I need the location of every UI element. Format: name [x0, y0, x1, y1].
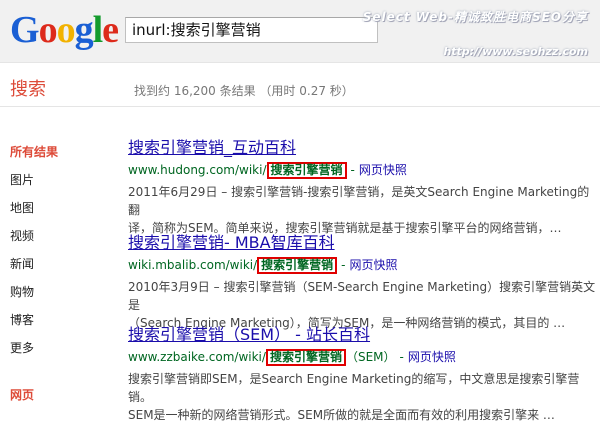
result-url: www.hudong.com/wiki/	[128, 163, 267, 177]
result-url: wiki.mbalib.com/wiki/	[128, 258, 258, 272]
result-separator: -	[341, 258, 346, 272]
search-result-1: 搜索引擎营销_互动百科 www.hudong.com/wiki/搜索引擎营销 - 网…	[128, 138, 598, 237]
cache-link[interactable]: 网页快照	[359, 163, 407, 177]
cache-link[interactable]: 网页快照	[408, 350, 456, 364]
nav-videos[interactable]: 视频	[10, 227, 34, 244]
result-url-highlight: 搜索引擎营销	[257, 257, 338, 274]
result-url: www.zzbaike.com/wiki/	[128, 350, 266, 364]
result-stats: 找到约 16,200 条结果 （用时 0.27 秒）	[134, 84, 354, 98]
nav-more[interactable]: 更多	[10, 339, 34, 356]
logo-letter-e: e	[102, 9, 119, 51]
snippet-line-1: 2010年3月9日 – 搜索引擎营销（SEM-Search Engine Mar…	[128, 280, 596, 312]
logo-letter-o1: o	[38, 9, 58, 51]
watermark: Select Web-精诚致胜电商SEO分享 http://www.seohzz…	[363, 8, 588, 58]
result-url-highlight: 搜索引擎营销	[266, 162, 347, 179]
result-separator: -	[399, 350, 404, 364]
watermark-line2: http://www.seohzz.com	[443, 45, 588, 58]
top-header: Google inurl:搜索引擎营销 Select Web-精诚致胜电商SEO…	[0, 0, 600, 63]
result-title-link[interactable]: 搜索引擎营销（SEM） - 站长百科	[128, 325, 598, 345]
google-logo[interactable]: Google	[10, 8, 119, 52]
watermark-line1: Select Web-精诚致胜电商SEO分享	[362, 10, 588, 24]
search-result-2: 搜索引擎营销- MBA智库百科 wiki.mbalib.com/wiki/搜索引…	[128, 233, 598, 332]
result-snippet: 2011年6月29日 – 搜索引擎营销-搜索引擎营销，是英文Search Eng…	[128, 183, 598, 237]
snippet-line-2: SEM是一种新的网络营销形式。SEM所做的就是全面而有效的利用搜索引擎来 …	[128, 408, 555, 422]
result-title-link[interactable]: 搜索引擎营销_互动百科	[128, 138, 598, 158]
result-url-line: www.hudong.com/wiki/搜索引擎营销 - 网页快照	[128, 162, 598, 179]
search-input[interactable]: inurl:搜索引擎营销	[125, 17, 378, 43]
nav-blogs[interactable]: 博客	[10, 311, 34, 328]
nav-all-results[interactable]: 所有结果	[10, 143, 58, 160]
result-url-line: www.zzbaike.com/wiki/搜索引擎营销 （SEM） - 网页快照	[128, 349, 598, 366]
result-url-highlight: 搜索引擎营销	[265, 349, 346, 366]
logo-letter-o2: o	[56, 9, 76, 51]
logo-letter-l: l	[92, 9, 104, 51]
snippet-line-1: 2011年6月29日 – 搜索引擎营销-搜索引擎营销，是英文Search Eng…	[128, 185, 590, 217]
result-snippet: 搜索引擎营销即SEM，是Search Engine Marketing的缩写，中…	[128, 370, 598, 424]
snippet-line-1: 搜索引擎营销即SEM，是Search Engine Marketing的缩写，中…	[128, 372, 580, 404]
result-title-link[interactable]: 搜索引擎营销- MBA智库百科	[128, 233, 598, 253]
nav-maps[interactable]: 地图	[10, 199, 34, 216]
search-result-3: 搜索引擎营销（SEM） - 站长百科 www.zzbaike.com/wiki/…	[128, 325, 598, 424]
nav-web[interactable]: 网页	[10, 386, 34, 403]
nav-shopping[interactable]: 购物	[10, 283, 34, 300]
logo-letter-g: G	[10, 9, 40, 51]
logo-letter-g2: g	[74, 9, 94, 51]
nav-news[interactable]: 新闻	[10, 255, 34, 272]
result-separator: -	[350, 163, 355, 177]
result-bar: 搜索 找到约 16,200 条结果 （用时 0.27 秒）	[0, 62, 600, 107]
cache-link[interactable]: 网页快照	[350, 258, 398, 272]
result-url-suffix: （SEM）	[345, 350, 396, 364]
result-url-line: wiki.mbalib.com/wiki/搜索引擎营销 - 网页快照	[128, 257, 598, 274]
nav-images[interactable]: 图片	[10, 171, 34, 188]
result-snippet: 2010年3月9日 – 搜索引擎营销（SEM-Search Engine Mar…	[128, 278, 598, 332]
search-label: 搜索	[10, 79, 46, 100]
